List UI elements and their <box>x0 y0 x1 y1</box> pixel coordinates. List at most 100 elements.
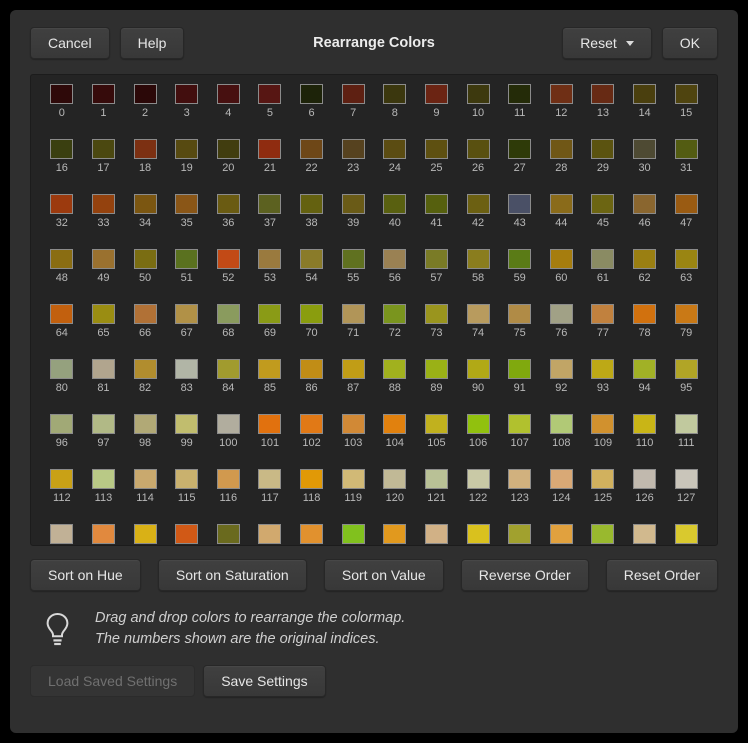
color-swatch[interactable] <box>134 249 157 269</box>
color-swatch[interactable] <box>300 84 323 104</box>
color-swatch[interactable] <box>383 249 406 269</box>
color-swatch[interactable] <box>217 84 240 104</box>
color-swatch[interactable] <box>217 414 240 434</box>
color-swatch[interactable] <box>591 249 614 269</box>
color-swatch[interactable] <box>383 469 406 489</box>
color-swatch[interactable] <box>467 304 490 324</box>
color-swatch[interactable] <box>342 524 365 544</box>
color-swatch[interactable] <box>591 359 614 379</box>
color-swatch[interactable] <box>217 249 240 269</box>
reset-dropdown-button[interactable]: Reset <box>562 27 652 59</box>
color-swatch[interactable] <box>675 84 698 104</box>
color-swatch[interactable] <box>383 524 406 544</box>
color-swatch[interactable] <box>467 249 490 269</box>
color-swatch[interactable] <box>342 469 365 489</box>
color-swatch[interactable] <box>258 304 281 324</box>
color-swatch[interactable] <box>383 194 406 214</box>
color-swatch[interactable] <box>258 84 281 104</box>
color-swatch[interactable] <box>508 414 531 434</box>
help-button[interactable]: Help <box>120 27 185 59</box>
color-swatch[interactable] <box>425 84 448 104</box>
color-swatch[interactable] <box>550 414 573 434</box>
color-swatch[interactable] <box>300 194 323 214</box>
color-swatch[interactable] <box>258 414 281 434</box>
color-swatch[interactable] <box>508 524 531 544</box>
color-swatch[interactable] <box>550 304 573 324</box>
color-swatch[interactable] <box>675 139 698 159</box>
color-swatch[interactable] <box>633 84 656 104</box>
color-swatch[interactable] <box>300 304 323 324</box>
color-swatch[interactable] <box>134 194 157 214</box>
ok-button[interactable]: OK <box>662 27 718 59</box>
color-swatch[interactable] <box>175 359 198 379</box>
color-swatch[interactable] <box>508 84 531 104</box>
color-swatch[interactable] <box>425 359 448 379</box>
color-swatch[interactable] <box>300 249 323 269</box>
color-swatch[interactable] <box>258 139 281 159</box>
color-swatch[interactable] <box>508 469 531 489</box>
color-swatch[interactable] <box>175 84 198 104</box>
color-swatch[interactable] <box>383 84 406 104</box>
color-swatch[interactable] <box>50 194 73 214</box>
color-swatch[interactable] <box>550 359 573 379</box>
color-swatch[interactable] <box>258 359 281 379</box>
color-swatch[interactable] <box>425 139 448 159</box>
color-swatch[interactable] <box>467 359 490 379</box>
color-swatch[interactable] <box>92 249 115 269</box>
color-swatch[interactable] <box>425 249 448 269</box>
color-swatch[interactable] <box>633 304 656 324</box>
color-swatch[interactable] <box>467 194 490 214</box>
color-swatch[interactable] <box>550 139 573 159</box>
color-swatch[interactable] <box>92 414 115 434</box>
color-swatch[interactable] <box>175 414 198 434</box>
color-swatch[interactable] <box>92 304 115 324</box>
color-swatch[interactable] <box>383 414 406 434</box>
color-swatch[interactable] <box>425 194 448 214</box>
color-swatch[interactable] <box>591 304 614 324</box>
color-swatch[interactable] <box>258 524 281 544</box>
color-swatch[interactable] <box>50 414 73 434</box>
color-swatch[interactable] <box>300 469 323 489</box>
color-swatch[interactable] <box>633 524 656 544</box>
color-swatch[interactable] <box>508 249 531 269</box>
color-swatch[interactable] <box>508 304 531 324</box>
color-swatch[interactable] <box>467 414 490 434</box>
color-swatch[interactable] <box>467 84 490 104</box>
color-swatch[interactable] <box>92 139 115 159</box>
color-swatch[interactable] <box>134 524 157 544</box>
color-swatch[interactable] <box>467 524 490 544</box>
color-swatch[interactable] <box>50 249 73 269</box>
color-swatch[interactable] <box>591 139 614 159</box>
color-swatch[interactable] <box>633 249 656 269</box>
color-swatch[interactable] <box>92 84 115 104</box>
sort-on-hue-button[interactable]: Sort on Hue <box>30 559 141 591</box>
color-swatch[interactable] <box>675 469 698 489</box>
color-swatch[interactable] <box>550 524 573 544</box>
color-swatch[interactable] <box>300 359 323 379</box>
color-swatch[interactable] <box>342 84 365 104</box>
sort-on-value-button[interactable]: Sort on Value <box>324 559 444 591</box>
color-swatch[interactable] <box>92 359 115 379</box>
color-swatch[interactable] <box>50 359 73 379</box>
color-swatch[interactable] <box>675 359 698 379</box>
reverse-order-button[interactable]: Reverse Order <box>461 559 589 591</box>
color-swatch[interactable] <box>217 194 240 214</box>
color-swatch[interactable] <box>134 304 157 324</box>
color-swatch[interactable] <box>175 524 198 544</box>
color-swatch[interactable] <box>300 524 323 544</box>
color-swatch[interactable] <box>134 139 157 159</box>
color-swatch[interactable] <box>342 194 365 214</box>
color-swatch[interactable] <box>633 414 656 434</box>
color-swatch[interactable] <box>50 84 73 104</box>
color-swatch[interactable] <box>300 414 323 434</box>
color-swatch[interactable] <box>467 139 490 159</box>
color-swatch[interactable] <box>175 469 198 489</box>
color-swatch[interactable] <box>175 304 198 324</box>
color-swatch[interactable] <box>217 359 240 379</box>
color-swatch[interactable] <box>591 194 614 214</box>
color-swatch[interactable] <box>383 359 406 379</box>
sort-on-saturation-button[interactable]: Sort on Saturation <box>158 559 307 591</box>
color-swatch[interactable] <box>258 249 281 269</box>
color-swatch[interactable] <box>134 414 157 434</box>
color-swatch[interactable] <box>675 524 698 544</box>
